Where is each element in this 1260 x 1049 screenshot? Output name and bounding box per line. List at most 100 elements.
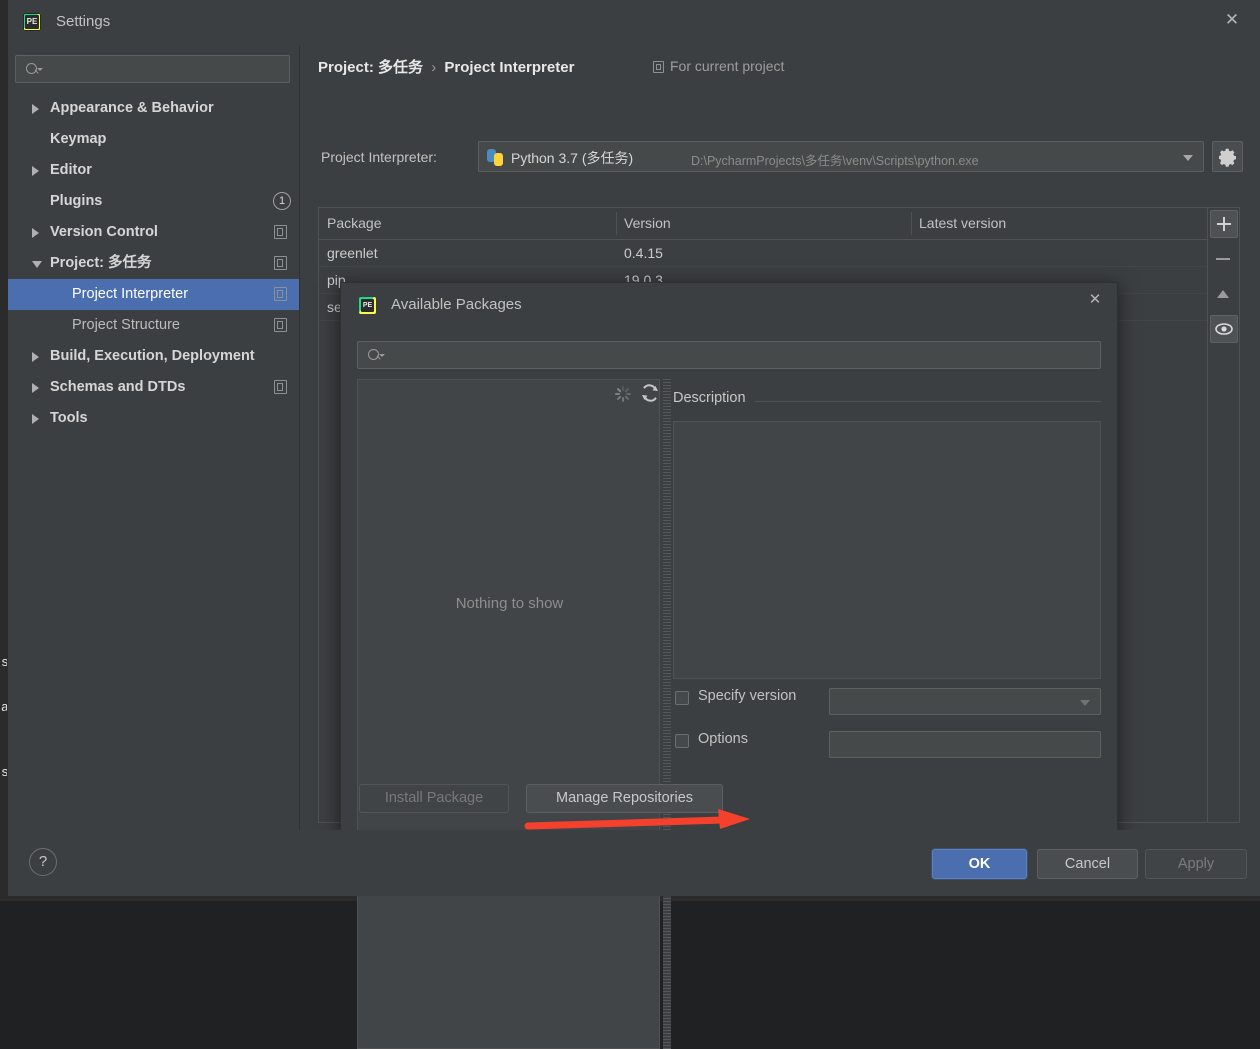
remove-package-button[interactable]: [1210, 246, 1238, 274]
settings-sidebar: Appearance & Behavior Keymap Editor Plugins…: [8, 45, 300, 830]
options-checkbox[interactable]: [675, 734, 689, 748]
package-search-input[interactable]: [357, 341, 1101, 369]
for-current-project-text: For current project: [670, 58, 785, 74]
available-packages-dialog: Available Packages ✕ Nothing to show Des…: [340, 282, 1118, 1049]
eye-icon: [1215, 323, 1233, 335]
chevron-right-icon[interactable]: [32, 352, 39, 362]
python-icon: [487, 149, 504, 166]
interpreter-path: D:\PycharmProjects\多任务\venv\Scripts\pyth…: [691, 154, 979, 168]
copy-icon: [274, 287, 287, 301]
copy-icon: [274, 318, 287, 332]
sidebar-item-appearance-behavior[interactable]: Appearance & Behavior: [8, 93, 299, 124]
options-label: Options: [698, 731, 748, 747]
apply-button[interactable]: Apply: [1145, 849, 1247, 879]
for-current-project-label: For current project: [653, 58, 784, 74]
chevron-down-icon: [1080, 700, 1090, 706]
install-package-button[interactable]: Install Package: [359, 784, 509, 813]
table-row[interactable]: greenlet 0.4.15: [319, 240, 1207, 267]
spinner-tick: [624, 387, 630, 393]
add-package-button[interactable]: [1210, 210, 1238, 238]
sidebar-item-tools[interactable]: Tools: [8, 403, 299, 434]
close-icon[interactable]: ✕: [1214, 4, 1250, 36]
manage-repositories-button[interactable]: Manage Repositories: [526, 784, 723, 813]
sidebar-item-plugins[interactable]: Plugins 1: [8, 186, 299, 217]
description-box: [673, 421, 1101, 679]
available-packages-list[interactable]: Nothing to show: [357, 379, 660, 1049]
plus-icon: [1217, 217, 1231, 231]
options-text-field[interactable]: [829, 731, 1101, 758]
window-title-bar: Settings ✕: [8, 0, 1260, 45]
sidebar-item-label: Project Structure: [72, 317, 180, 333]
interpreter-label: Project Interpreter:: [321, 149, 437, 165]
breadcrumb-root[interactable]: Project: 多任务: [318, 59, 423, 76]
chevron-right-icon[interactable]: [32, 104, 39, 114]
upgrade-package-button[interactable]: [1210, 282, 1238, 310]
dialog-footer: ? OK Cancel Apply: [8, 830, 1260, 896]
breadcrumb-leaf: Project Interpreter: [444, 59, 575, 76]
sidebar-item-build-execution-deployment[interactable]: Build, Execution, Deployment: [8, 341, 299, 372]
copy-icon: [274, 256, 287, 270]
minus-icon: [1216, 258, 1230, 260]
table-cell-package: greenlet: [327, 245, 378, 261]
empty-state-label: Nothing to show: [455, 595, 564, 612]
spinner-tick: [626, 393, 631, 395]
copy-icon: [274, 380, 287, 394]
sidebar-item-label: Tools: [50, 410, 88, 426]
sidebar-item-label: Project Interpreter: [72, 286, 189, 302]
cancel-button[interactable]: Cancel: [1037, 849, 1138, 879]
table-header: Package Version Latest version: [319, 208, 1207, 240]
ok-button[interactable]: OK: [932, 849, 1027, 879]
column-header[interactable]: Version: [616, 208, 671, 239]
sidebar-item-version-control[interactable]: Version Control: [8, 217, 299, 248]
sidebar-item-label: Editor: [50, 162, 92, 178]
search-field[interactable]: [46, 60, 288, 80]
sidebar-item-project[interactable]: Project: 多任务: [8, 248, 299, 279]
sidebar-item-schemas-and-dtds[interactable]: Schemas and DTDs: [8, 372, 299, 403]
sidebar-item-project-structure[interactable]: Project Structure: [8, 310, 299, 341]
interpreter-dropdown[interactable]: Python 3.7 (多任务) D:\PycharmProjects\多任务\…: [478, 141, 1204, 172]
status-badge: 1: [273, 192, 291, 210]
column-header[interactable]: Package: [319, 208, 381, 239]
chevron-right-icon[interactable]: [32, 414, 39, 424]
table-cell-version: 0.4.15: [624, 245, 663, 261]
sidebar-item-label: Appearance & Behavior: [50, 100, 214, 116]
show-early-releases-button[interactable]: [1210, 315, 1238, 343]
chevron-down-icon[interactable]: [32, 261, 42, 268]
help-button[interactable]: ?: [29, 848, 57, 876]
dialog-title: Available Packages: [391, 296, 522, 313]
gear-glyph: [1219, 148, 1236, 167]
chevron-right-icon[interactable]: [32, 383, 39, 393]
spinner-tick: [615, 393, 620, 395]
sidebar-item-label: Keymap: [50, 131, 107, 147]
copy-icon: [653, 61, 664, 73]
refresh-icon[interactable]: [638, 381, 664, 407]
search-icon: [25, 61, 43, 79]
sidebar-item-keymap[interactable]: Keymap: [8, 124, 299, 155]
arrow-up-icon: [1217, 290, 1229, 298]
column-divider[interactable]: [616, 212, 617, 235]
options-field[interactable]: [836, 736, 1096, 755]
sidebar-item-label: Project: 多任务: [50, 255, 152, 271]
chevron-right-icon[interactable]: [32, 228, 39, 238]
specify-version-checkbox[interactable]: [675, 691, 689, 705]
column-header[interactable]: Latest version: [911, 208, 1006, 239]
specify-version-dropdown[interactable]: [829, 688, 1101, 715]
chevron-right-icon[interactable]: [32, 166, 39, 176]
close-icon[interactable]: ✕: [1081, 287, 1109, 313]
search-input[interactable]: [15, 55, 290, 83]
interpreter-name: Python 3.7 (多任务): [511, 150, 634, 166]
breadcrumb: Project: 多任务 › Project Interpreter: [318, 56, 574, 77]
column-divider[interactable]: [911, 212, 912, 235]
spinner-tick: [616, 387, 622, 393]
gear-icon[interactable]: [1212, 141, 1243, 172]
description-label: Description: [673, 390, 754, 406]
package-search-field[interactable]: [388, 346, 1092, 366]
sidebar-item-label: Plugins: [50, 193, 103, 209]
sidebar-item-project-interpreter[interactable]: Project Interpreter: [8, 279, 299, 310]
page-title: Settings: [56, 13, 111, 30]
spinner-tick: [616, 395, 622, 401]
sidebar-item-editor[interactable]: Editor: [8, 155, 299, 186]
settings-tree: Appearance & Behavior Keymap Editor Plugins…: [8, 93, 299, 434]
breadcrumb-separator: ›: [431, 59, 437, 76]
dialog-splitter[interactable]: [663, 379, 671, 1049]
